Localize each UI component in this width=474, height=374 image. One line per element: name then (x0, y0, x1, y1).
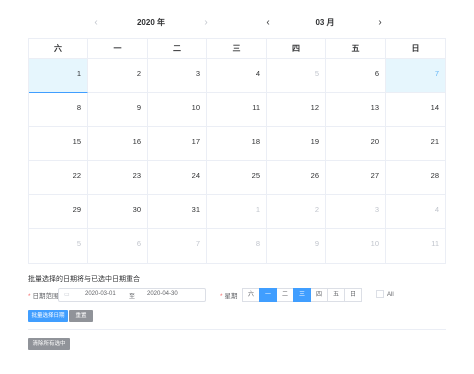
date-range-label-text: 日期范围 (32, 293, 59, 300)
day-cell[interactable]: 27 (326, 161, 386, 195)
day-cell[interactable]: 12 (267, 93, 326, 127)
day-cell[interactable]: 20 (326, 127, 386, 161)
day-cell[interactable]: 4 (386, 195, 446, 229)
calendar-icon: ▭ (64, 292, 70, 298)
divider (28, 329, 446, 330)
weekday-header: 六 (29, 39, 88, 59)
day-cell[interactable]: 8 (29, 93, 88, 127)
weekday-button-group: 六一二三四五日 (242, 288, 362, 302)
week-label-text: 星期 (224, 293, 238, 300)
week-label: * 星期 (220, 291, 238, 303)
day-cell[interactable]: 26 (267, 161, 326, 195)
day-cell[interactable]: 4 (207, 59, 267, 93)
day-cell[interactable]: 1 (29, 59, 88, 93)
range-separator: 至 (129, 294, 136, 300)
month-label: 03 月 (315, 18, 335, 27)
day-cell[interactable]: 21 (386, 127, 446, 161)
weekday-toggle[interactable]: 六 (242, 288, 260, 302)
day-cell[interactable]: 7 (148, 229, 207, 264)
day-cell[interactable]: 3 (148, 59, 207, 93)
day-cell[interactable]: 11 (386, 229, 446, 264)
weekday-header: 日 (386, 39, 446, 59)
weekday-toggle[interactable]: 四 (310, 288, 328, 302)
batch-select-button[interactable]: 批量选择日期 (28, 310, 68, 322)
next-year-icon[interactable]: › (198, 13, 214, 33)
all-checkbox[interactable]: All (376, 290, 394, 300)
day-cell[interactable]: 25 (207, 161, 267, 195)
day-cell[interactable]: 18 (207, 127, 267, 161)
day-cell[interactable]: 2 (267, 195, 326, 229)
weekday-header: 一 (88, 39, 148, 59)
batch-hint: 批量选择的日期将与已选中日期重合 (28, 276, 140, 283)
required-mark: * (220, 293, 223, 300)
day-cell[interactable]: 3 (326, 195, 386, 229)
day-cell[interactable]: 23 (88, 161, 148, 195)
day-cell[interactable]: 6 (326, 59, 386, 93)
year-label: 2020 年 (136, 18, 166, 27)
day-cell[interactable]: 6 (88, 229, 148, 264)
day-cell[interactable]: 10 (148, 93, 207, 127)
weekday-toggle[interactable]: 一 (259, 288, 277, 302)
all-label: All (387, 292, 394, 298)
prev-month-icon[interactable]: ‹ (260, 13, 276, 33)
day-cell[interactable]: 5 (267, 59, 326, 93)
end-date-input[interactable]: 2020-04-30 (147, 291, 178, 297)
day-cell[interactable]: 24 (148, 161, 207, 195)
weekday-toggle[interactable]: 日 (344, 288, 362, 302)
weekday-header: 二 (148, 39, 207, 59)
weekday-toggle[interactable]: 三 (293, 288, 311, 302)
day-cell[interactable]: 29 (29, 195, 88, 229)
day-cell[interactable]: 9 (267, 229, 326, 264)
weekday-header: 五 (326, 39, 386, 59)
day-cell[interactable]: 16 (88, 127, 148, 161)
day-cell[interactable]: 15 (29, 127, 88, 161)
day-cell[interactable]: 31 (148, 195, 207, 229)
start-date-input[interactable]: 2020-03-01 (85, 291, 116, 297)
date-range-label: * 日期范围 (28, 291, 59, 303)
weekday-header: 四 (267, 39, 326, 59)
day-cell[interactable]: 13 (326, 93, 386, 127)
day-cell[interactable]: 22 (29, 161, 88, 195)
day-cell[interactable]: 19 (267, 127, 326, 161)
clear-all-button[interactable]: 清除所有选中 (28, 338, 70, 350)
day-cell[interactable]: 10 (326, 229, 386, 264)
day-cell[interactable]: 11 (207, 93, 267, 127)
reset-button[interactable]: 重置 (69, 310, 93, 322)
prev-year-icon[interactable]: ‹ (88, 13, 104, 33)
day-cell[interactable]: 2 (88, 59, 148, 93)
checkbox-box[interactable] (376, 290, 384, 299)
weekday-header: 三 (207, 39, 267, 59)
next-month-icon[interactable]: › (372, 13, 388, 33)
month-nav: ‹ 03 月 › (260, 13, 390, 33)
day-cell[interactable]: 7 (386, 59, 446, 93)
weekday-toggle[interactable]: 二 (276, 288, 294, 302)
day-cell[interactable]: 14 (386, 93, 446, 127)
day-cell[interactable]: 9 (88, 93, 148, 127)
calendar-grid: 六一二三四五日 1 2 3 4 5 6 7 8 9 10 11 12 13 14 15 16 17 18 19 20 21… (28, 38, 446, 264)
year-nav: ‹ 2020 年 › (88, 13, 214, 33)
day-cell[interactable]: 30 (88, 195, 148, 229)
day-cell[interactable]: 8 (207, 229, 267, 264)
required-mark: * (28, 293, 31, 300)
date-range-picker[interactable]: ▭ 2020-03-01 至 2020-04-30 (58, 288, 206, 302)
day-cell[interactable]: 17 (148, 127, 207, 161)
day-cell[interactable]: 28 (386, 161, 446, 195)
day-cell[interactable]: 1 (207, 195, 267, 229)
day-cell[interactable]: 5 (29, 229, 88, 264)
weekday-toggle[interactable]: 五 (327, 288, 345, 302)
